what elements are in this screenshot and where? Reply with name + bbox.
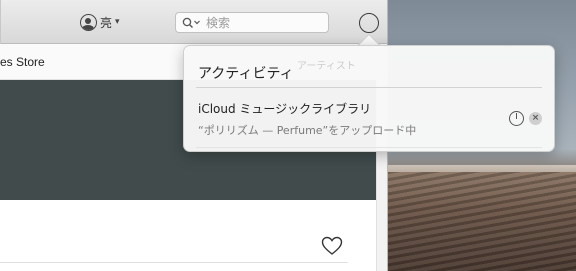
activity-item-name: iCloud ミュージックライブラリ (198, 102, 372, 116)
account-label: 亮 (100, 15, 113, 30)
heart-icon[interactable] (321, 236, 343, 260)
activity-icon[interactable] (359, 13, 379, 33)
user-icon (80, 13, 97, 31)
progress-icon (509, 111, 524, 126)
wallpaper-cliff (383, 172, 576, 271)
background-label: アーティスト (297, 61, 356, 72)
cancel-icon[interactable]: × (529, 112, 542, 125)
toolbar: 亮 ▾ 検索 (0, 0, 387, 44)
search-icon (182, 17, 202, 29)
chevron-down-icon: ▾ (115, 17, 120, 27)
activity-item-status: “ポリリズム — Perfume”をアップロード中 (198, 124, 417, 137)
toolbar-divider (0, 0, 1, 44)
content-divider (0, 262, 348, 263)
account-button[interactable]: 亮 ▾ (80, 11, 120, 33)
popover-title: アクティビティ (198, 66, 294, 82)
search-field[interactable]: 検索 (175, 12, 329, 33)
popover-divider (196, 87, 542, 88)
content-area (0, 200, 376, 271)
search-input[interactable]: 検索 (206, 14, 230, 31)
popover-bottom-divider (196, 147, 542, 148)
store-title[interactable]: es Store (0, 55, 45, 69)
activity-popover: アーティスト アクティビティ iCloud ミュージックライブラリ “ポリリズム… (183, 45, 555, 152)
